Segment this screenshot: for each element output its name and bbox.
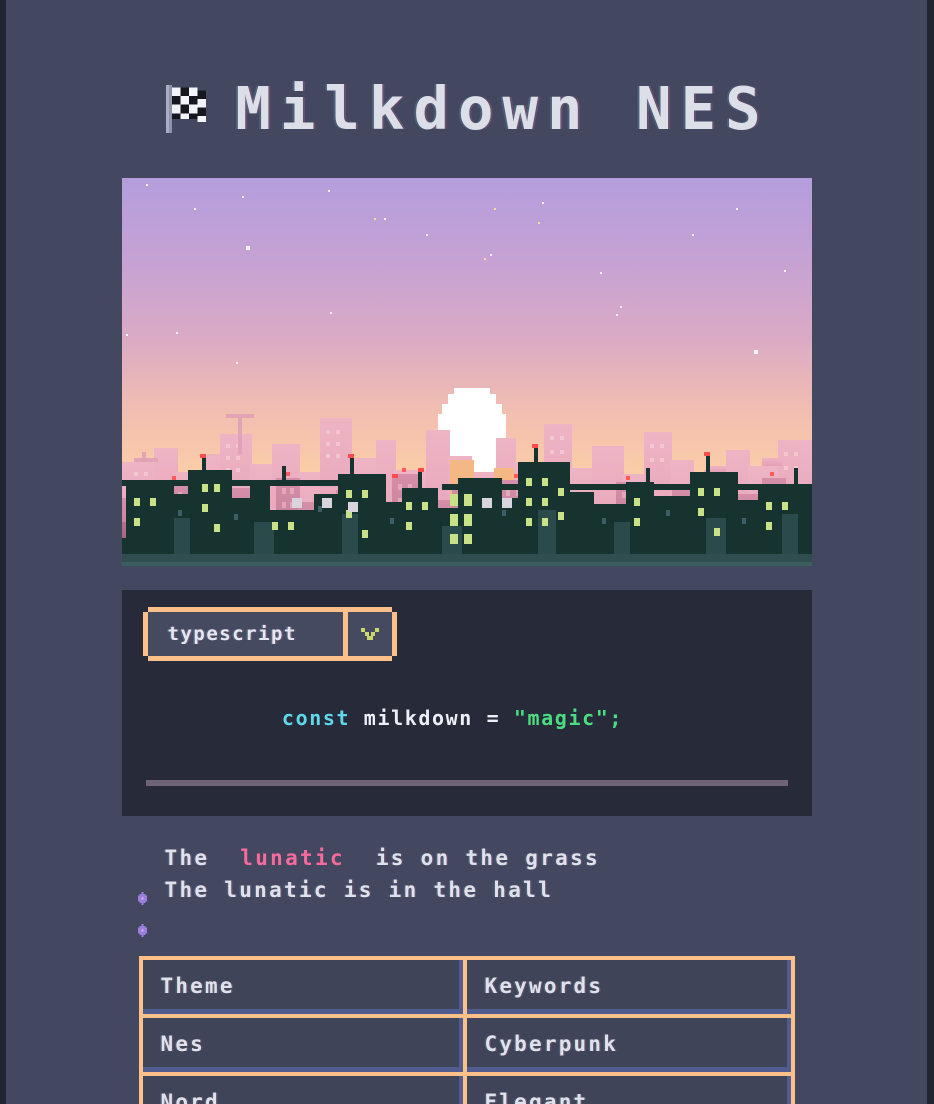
table-cell-theme-nord[interactable]: Nord <box>142 1076 467 1104</box>
page-title: Milkdown NES <box>235 73 770 143</box>
code-line[interactable]: const milkdown = "magic"; <box>146 682 788 754</box>
list-item-emphasis: lunatic <box>240 846 345 870</box>
code-block-rule <box>145 780 788 786</box>
table-cell-theme-nes[interactable]: Nes <box>142 1018 467 1076</box>
chevron-down-icon <box>360 628 379 640</box>
list-item-text-a: The <box>164 846 225 870</box>
list-item: The lunatic is on the grass <box>136 844 812 905</box>
page-root: Milkdown NES typescript const milkdown =… <box>0 0 934 1104</box>
code-token-semicolon: ; <box>609 706 624 730</box>
hero-image <box>121 178 812 566</box>
page-surface: Milkdown NES typescript const milkdown =… <box>6 0 927 1104</box>
code-token-identifier: milkdown <box>363 706 473 730</box>
code-token-keyword: const <box>281 706 351 730</box>
code-token-string: "magic" <box>513 706 610 730</box>
table-header-keywords: Keywords <box>466 960 791 1018</box>
table-cell-keyword-nes[interactable]: Cyberpunk <box>466 1018 791 1076</box>
page-header: Milkdown NES <box>6 62 927 154</box>
language-select[interactable]: typescript <box>147 612 392 656</box>
table-cell-keyword-nord[interactable]: Elegant <box>466 1076 791 1104</box>
table-row: Nes Cyberpunk <box>142 1018 791 1076</box>
diamond-bullet-icon <box>136 876 149 937</box>
code-block: typescript const milkdown = "magic"; <box>121 590 812 816</box>
editor-content: Milkdown NES typescript const milkdown =… <box>6 0 927 1104</box>
diamond-bullet-icon <box>136 844 149 905</box>
language-select-value: typescript <box>147 612 343 656</box>
language-select-arrow[interactable] <box>347 612 392 656</box>
checkered-flag-icon <box>166 84 207 134</box>
table-body: Nes Cyberpunk Nord Elegant <box>142 1018 791 1104</box>
list-item-text-b: is on the grass <box>360 846 600 870</box>
bullet-list: The lunatic is on the grass The lunatic … <box>122 844 812 937</box>
code-token-operator: = <box>472 706 514 730</box>
table-row: Nord Elegant <box>142 1076 791 1104</box>
